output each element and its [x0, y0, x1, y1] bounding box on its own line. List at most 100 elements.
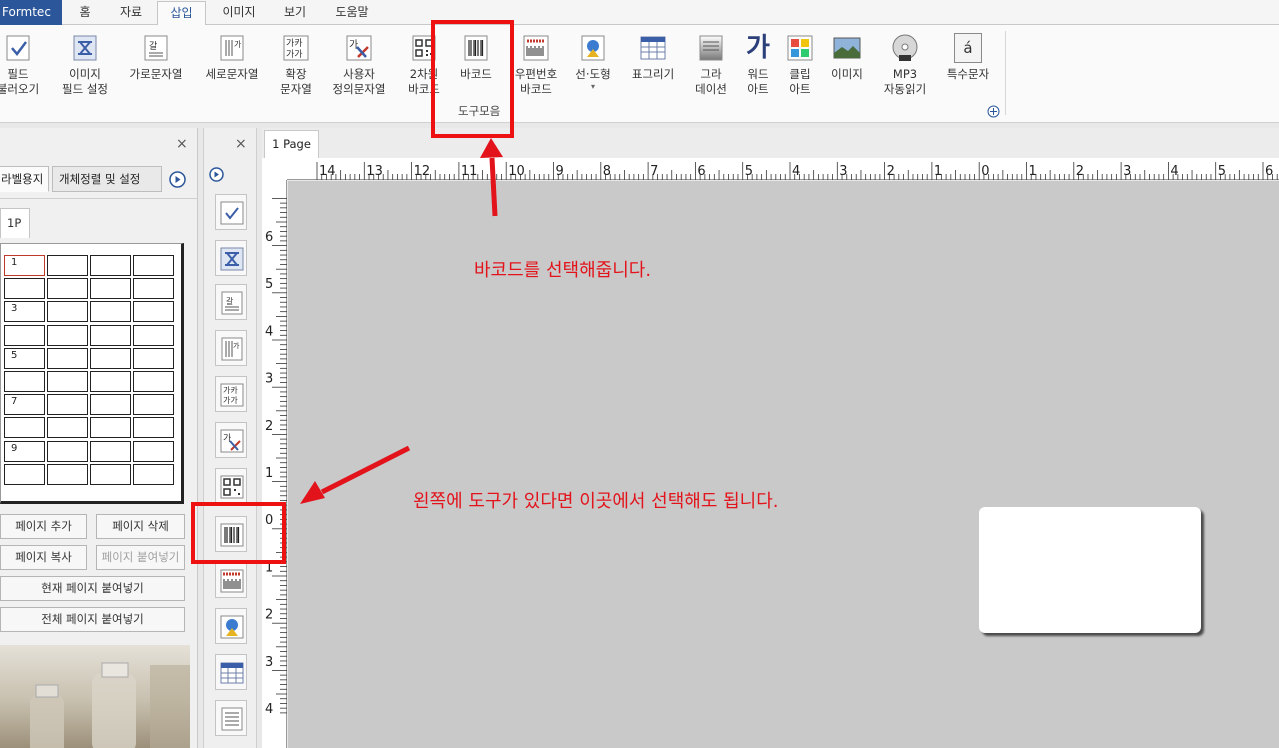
tab-label-paper[interactable]: 라벨용지	[0, 166, 49, 192]
ruler-label: 5	[265, 277, 273, 292]
label-cell[interactable]	[133, 278, 174, 300]
mp3-button[interactable]: MP3 자동읽기	[876, 33, 934, 123]
document-tab[interactable]: 1 Page	[264, 130, 319, 158]
paste-current-page-button[interactable]: 현재 페이지 붙여넣기	[0, 576, 185, 601]
toolbox-horizontal-text-button[interactable]: 갈	[215, 284, 247, 320]
horizontal-text-button[interactable]: 갈 가로문자열	[124, 33, 188, 123]
label-cell[interactable]	[4, 417, 45, 439]
gradation-button[interactable]: 그라 데이션	[690, 33, 732, 123]
label-cell[interactable]	[90, 440, 131, 462]
ruler-label: 4	[1170, 164, 1178, 179]
label-cell[interactable]	[47, 440, 88, 462]
label-cell[interactable]	[47, 371, 88, 392]
paste-all-pages-button[interactable]: 전체 페이지 붙여넣기	[0, 607, 185, 632]
label-cell[interactable]: 7	[4, 394, 45, 416]
label-cell[interactable]	[133, 417, 174, 439]
label-cell[interactable]	[47, 255, 88, 276]
ruler-label: 13	[366, 164, 383, 179]
label-cell[interactable]	[90, 371, 131, 392]
ruler-label: 3	[265, 655, 273, 670]
label-cell[interactable]	[47, 301, 88, 323]
label-cell[interactable]	[4, 371, 45, 392]
toolbox-gradation-button[interactable]	[215, 700, 247, 736]
label-card[interactable]	[979, 507, 1201, 633]
add-page-button[interactable]: 페이지 추가	[0, 514, 87, 539]
design-canvas[interactable]	[288, 181, 1279, 748]
toolbox-play-icon[interactable]	[209, 167, 224, 182]
menu-tab-help[interactable]: 도움말	[326, 0, 378, 25]
table-button[interactable]: 표그리기	[626, 33, 680, 123]
label-cell[interactable]	[47, 278, 88, 300]
shape-button[interactable]: 선·도형 ▾	[570, 33, 616, 123]
toolbox-image-field-button[interactable]	[215, 240, 247, 276]
image-field-icon	[220, 247, 244, 271]
image-field-button[interactable]: 이미지 필드 설정	[58, 33, 112, 123]
label-cell[interactable]	[133, 371, 174, 392]
label-cell[interactable]	[90, 255, 131, 276]
label-cell[interactable]: 1	[4, 255, 45, 276]
label-cell[interactable]	[47, 324, 88, 346]
label-cell[interactable]	[90, 347, 131, 369]
field-load-button[interactable]: 필드 불러오기	[0, 33, 42, 123]
image-button[interactable]: 이미지	[826, 33, 868, 123]
word-art-button[interactable]: 가 워드 아트	[738, 33, 778, 123]
label-cell[interactable]	[4, 278, 45, 300]
toolbox-extended-text-button[interactable]: 가카 가가	[215, 376, 247, 412]
clip-art-button[interactable]: 클립 아트	[780, 33, 820, 123]
custom-text-button[interactable]: 가 사용자 정의문자열	[326, 33, 392, 123]
label-cell[interactable]: 3	[4, 301, 45, 323]
label-cell[interactable]	[4, 463, 45, 485]
label-cell[interactable]	[90, 324, 131, 346]
horizontal-ruler: 14 13 12 11 10 9 8 7 6 5 4 3 2 1 0 1 2 3 4 5 6	[287, 158, 1279, 180]
delete-page-button[interactable]: 페이지 삭제	[96, 514, 185, 539]
label-cell[interactable]	[133, 394, 174, 416]
toolbox-table-button[interactable]	[215, 654, 247, 690]
ruler-label: 6	[1265, 164, 1273, 179]
toolbox-vertical-text-button[interactable]: 가	[215, 330, 247, 366]
gradation-icon	[221, 707, 243, 731]
label-cell[interactable]	[90, 394, 131, 416]
label-cell[interactable]	[90, 301, 131, 323]
label-cell[interactable]: 9	[4, 440, 45, 462]
menu-tab-data[interactable]: 자료	[112, 0, 150, 25]
label-cell[interactable]: 5	[4, 347, 45, 369]
extended-text-button[interactable]: 가카 가가 확장 문자열	[272, 33, 320, 123]
label-cell[interactable]	[90, 278, 131, 300]
ruler-label: 12	[414, 164, 431, 179]
highlight-box-toolbox-barcode	[191, 502, 286, 564]
toolbox-field-load-button[interactable]	[215, 194, 247, 230]
ruler-label: 1	[265, 466, 273, 481]
toolbox-qr-code-button[interactable]	[215, 468, 247, 504]
dialog-launcher-icon[interactable]	[987, 105, 1000, 118]
label-cell[interactable]	[90, 463, 131, 485]
label-cell[interactable]	[47, 417, 88, 439]
label-cell[interactable]	[90, 417, 131, 439]
close-icon[interactable]: ×	[176, 136, 188, 152]
copy-page-button[interactable]: 페이지 복사	[0, 545, 87, 570]
tab-object-align[interactable]: 개체정렬 및 설정	[52, 166, 162, 192]
paste-page-button[interactable]: 페이지 붙여넣기	[96, 545, 185, 570]
menu-tab-view[interactable]: 보기	[277, 0, 313, 25]
toolbox-close-icon[interactable]: ×	[235, 136, 247, 152]
label-cell[interactable]	[133, 255, 174, 276]
label-cell[interactable]	[47, 347, 88, 369]
toolbox-shape-button[interactable]	[215, 608, 247, 644]
label-cell[interactable]	[133, 324, 174, 346]
menu-tab-insert[interactable]: 삽입	[157, 1, 206, 27]
label-cell[interactable]	[133, 440, 174, 462]
toolbox-custom-text-button[interactable]: 가	[215, 422, 247, 458]
label-cell[interactable]	[133, 301, 174, 323]
menu-tab-home[interactable]: 홈	[72, 0, 98, 25]
label-cell[interactable]	[47, 394, 88, 416]
label-cell[interactable]	[133, 463, 174, 485]
ruler-label: 2	[265, 608, 273, 623]
menu-tab-image[interactable]: 이미지	[216, 0, 262, 25]
toolbox-postal-barcode-button[interactable]	[215, 562, 247, 598]
label-cell[interactable]	[4, 324, 45, 346]
postal-barcode-button[interactable]: 우편번호 바코드	[508, 33, 564, 123]
vertical-text-button[interactable]: 가 세로문자열	[200, 33, 264, 123]
label-cell[interactable]	[47, 463, 88, 485]
label-cell[interactable]	[133, 347, 174, 369]
page-tab-1p[interactable]: 1P	[0, 208, 30, 238]
play-icon[interactable]	[169, 171, 186, 188]
